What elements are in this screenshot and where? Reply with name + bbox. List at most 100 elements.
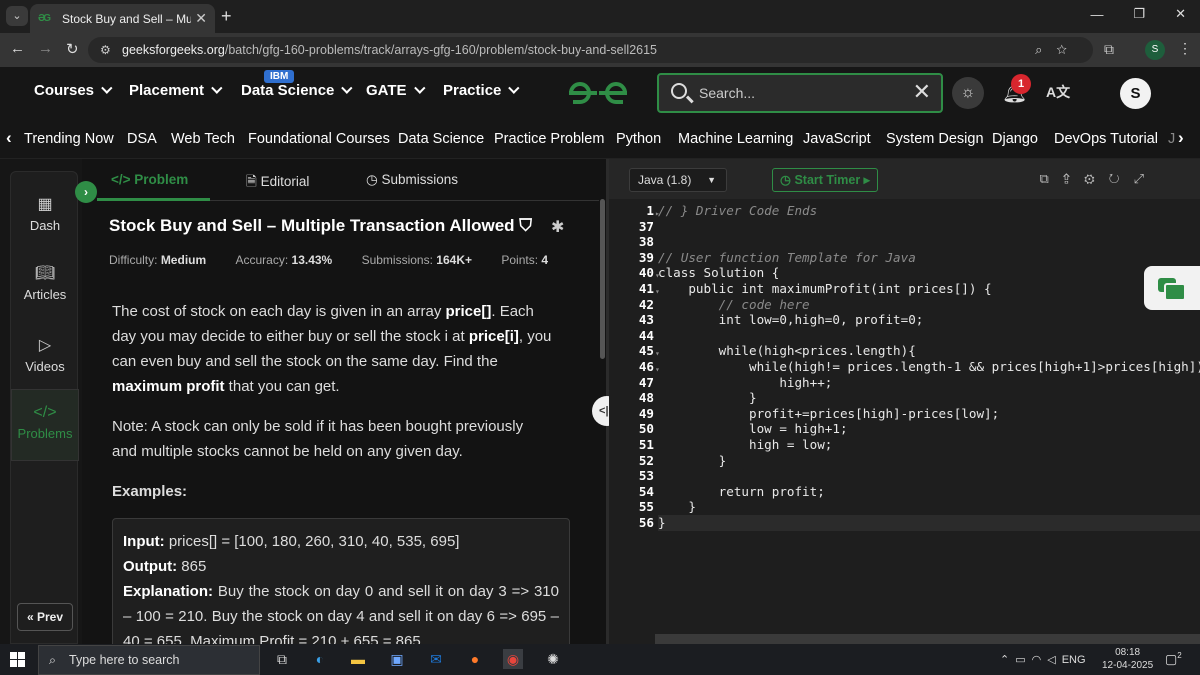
minimize-icon[interactable]: —	[1090, 7, 1103, 22]
scroll-right-icon[interactable]: ›	[1178, 128, 1184, 148]
code-line: while(high<prices.length){	[658, 343, 916, 359]
profile-avatar[interactable]: S	[1145, 40, 1165, 60]
clear-search-icon[interactable]: ✕	[913, 79, 931, 105]
input-language[interactable]: ENG	[1062, 654, 1086, 666]
category-django[interactable]: Django	[992, 131, 1038, 147]
tab-submissions[interactable]: ◷ Submissions	[366, 172, 458, 188]
nav-data-science[interactable]: Data Science	[241, 82, 353, 99]
reset-icon[interactable]: ↻	[1109, 171, 1134, 186]
category-truncated[interactable]: J	[1168, 131, 1175, 147]
code-area[interactable]: 1 ▸// } Driver Code Ends 37 38 39// User fun…	[609, 199, 1200, 634]
category-javascript[interactable]: JavaScript	[803, 131, 871, 147]
chatgpt-icon[interactable]: ✺	[543, 649, 563, 669]
category-trending-now[interactable]: Trending Now	[24, 131, 114, 147]
tab-search-button[interactable]: ⌄	[6, 6, 28, 26]
chevron-down-icon	[211, 82, 223, 94]
book-icon: 📖︎	[34, 265, 56, 282]
sidebar-item-label: Videos	[25, 359, 65, 374]
back-icon[interactable]: ←	[10, 40, 25, 57]
reload-icon[interactable]: ↻	[66, 40, 79, 58]
category-machine-learning[interactable]: Machine Learning	[678, 131, 793, 147]
zoom-bookmark-icons[interactable]: ⌕☆	[1035, 37, 1081, 63]
category-python[interactable]: Python	[616, 131, 661, 147]
code-line: profit+=prices[high]-prices[low];	[658, 405, 1000, 421]
category-dsa[interactable]: DSA	[127, 131, 157, 147]
upload-icon[interactable]: ⇪	[1063, 171, 1084, 186]
outlook-icon[interactable]: ✉	[426, 649, 446, 669]
extensions-icon[interactable]: ⧉	[1104, 41, 1114, 58]
restore-icon[interactable]: ❐	[1133, 6, 1145, 22]
problem-meta: Difficulty: Medium Accuracy: 13.43% Subm…	[109, 253, 549, 267]
code-icon: </>	[111, 172, 135, 187]
category-system-design[interactable]: System Design	[886, 131, 984, 147]
code-line: }	[658, 515, 666, 530]
editor-horizontal-scrollbar[interactable]	[655, 634, 1200, 644]
store-icon[interactable]: ▣	[387, 649, 407, 669]
battery-icon[interactable]: ▭	[1015, 654, 1031, 666]
play-icon: ▷	[38, 337, 52, 354]
gfg-favicon-icon: ƏG	[38, 13, 51, 24]
gfg-logo[interactable]	[567, 80, 629, 106]
volume-icon[interactable]: ◁	[1047, 654, 1061, 666]
tab-problem[interactable]: </> Problem	[111, 172, 188, 187]
chat-icon	[1158, 278, 1186, 301]
windows-start-icon[interactable]	[10, 652, 25, 667]
line-number: 41	[638, 281, 654, 296]
line-number: 44	[638, 327, 654, 343]
taskbar-search[interactable]: ⌕ Type here to search	[38, 645, 260, 675]
theme-toggle-icon[interactable]: ☼	[952, 77, 984, 109]
expand-sidebar-icon[interactable]: ›	[75, 181, 97, 203]
fullscreen-icon[interactable]: ⤢	[1134, 171, 1158, 186]
chrome-icon[interactable]: ◉	[503, 649, 523, 669]
wifi-icon[interactable]: ◠	[1032, 654, 1048, 666]
notification-icon[interactable]: ▢2	[1165, 651, 1182, 667]
bookmark-icon[interactable]: ⛉	[515, 216, 532, 235]
chat-button[interactable]	[1144, 266, 1200, 310]
line-number: 42	[638, 296, 654, 312]
close-window-icon[interactable]: ✕	[1175, 6, 1186, 22]
file-explorer-icon[interactable]: ▬	[348, 649, 368, 669]
current-line-highlight	[658, 515, 1200, 531]
translate-icon[interactable]: A文	[1046, 82, 1070, 102]
task-view-icon[interactable]: ⧉	[272, 649, 292, 669]
category-data-science[interactable]: Data Science	[398, 131, 484, 147]
browser-tab[interactable]: ƏG Stock Buy and Sell – Multiple Tr ✕	[30, 4, 215, 33]
search-icon	[671, 83, 687, 99]
close-tab-icon[interactable]: ✕	[195, 10, 207, 27]
firefox-icon[interactable]: ●	[465, 649, 485, 669]
nav-placement[interactable]: Placement	[129, 82, 223, 99]
user-avatar[interactable]: S	[1120, 78, 1151, 109]
sidebar-item-problems[interactable]: </> Problems	[11, 389, 79, 461]
forward-icon[interactable]: →	[38, 40, 53, 57]
sidebar-item-dash[interactable]: ▦ Dash	[11, 194, 79, 233]
clock[interactable]: 08:18 12-04-2025	[1102, 646, 1153, 672]
category-web-tech[interactable]: Web Tech	[171, 131, 235, 147]
language-select[interactable]: Java (1.8) ▼	[629, 168, 727, 192]
nav-practice[interactable]: Practice	[443, 82, 520, 99]
category-foundational-courses[interactable]: Foundational Courses	[248, 131, 390, 147]
report-bug-icon[interactable]: ✱	[551, 217, 564, 237]
settings-icon[interactable]: ⚙	[1084, 171, 1109, 186]
start-timer-button[interactable]: ◷ Start Timer ▸	[772, 168, 878, 192]
chevron-up-icon[interactable]: ⌃	[1000, 654, 1015, 666]
code-icon: </>	[33, 404, 57, 421]
url-field[interactable]: ⚙ geeksforgeeks.org/batch/gfg-160-proble…	[88, 37, 1093, 63]
new-tab-button[interactable]: +	[221, 6, 232, 27]
sidebar-item-videos[interactable]: ▷ Videos	[11, 335, 79, 374]
site-info-icon[interactable]: ⚙	[100, 37, 111, 63]
tab-editorial[interactable]: 🗎︎ Editorial	[246, 172, 309, 195]
search-box[interactable]: Search... ✕	[657, 73, 943, 113]
scrollbar-thumb[interactable]	[600, 199, 605, 359]
code-line: // User function Template for Java	[658, 249, 916, 265]
category-practice-problem[interactable]: Practice Problem	[494, 131, 604, 147]
line-number: 47	[638, 374, 654, 390]
scroll-left-icon[interactable]: ‹	[6, 128, 12, 148]
category-devops-tutorial[interactable]: DevOps Tutorial	[1054, 131, 1158, 147]
prev-button[interactable]: « Prev	[17, 603, 73, 631]
nav-courses[interactable]: Courses	[34, 82, 113, 99]
nav-gate[interactable]: GATE	[366, 82, 426, 99]
menu-icon[interactable]: ⋮	[1178, 40, 1192, 57]
sidebar-item-articles[interactable]: 📖︎ Articles	[11, 263, 79, 302]
copy-icon[interactable]: ⧉	[1039, 171, 1062, 186]
edge-icon[interactable]: ◐	[310, 649, 330, 669]
